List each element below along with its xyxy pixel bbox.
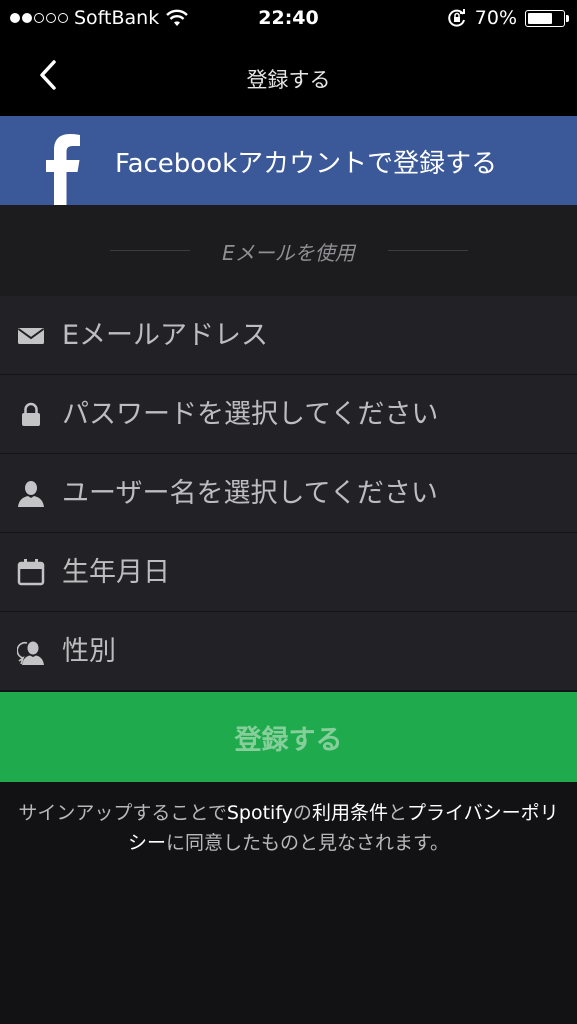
envelope-icon [17,328,45,344]
gender-field-row [0,612,577,691]
terms-notice: サインアップすることでSpotifyの利用条件とプライバシーポリシーに同意したも… [14,798,563,858]
terms-suffix: に同意したものと見なされます。 [165,832,450,854]
password-field-row [0,375,577,454]
status-bar: SoftBank 22:40 70% [0,0,577,38]
status-right: 70% [447,7,569,29]
orientation-lock-icon [448,9,465,27]
battery-level [528,12,552,24]
birthday-input[interactable] [62,533,562,611]
username-input[interactable] [62,454,562,532]
facebook-signup-button[interactable]: Facebookアカウントで登録する [0,116,577,206]
page-title: 登録する [246,68,331,92]
email-field-row [0,296,577,375]
terms-mid-2: と [387,802,407,824]
signup-screen: SoftBank 22:40 70% 登録する Facebookアカウントで登録… [0,0,577,1024]
facebook-signup-label: Facebookアカウントで登録する [115,149,498,179]
navigation-bar: 登録する [0,38,577,116]
facebook-f-icon [46,134,80,206]
user-icon [18,481,44,507]
terms-prefix: サインアップすることで [18,802,227,824]
email-input[interactable] [62,296,562,374]
username-field-row [0,454,577,533]
gender-user-icon [17,641,44,665]
divider-text: Eメールを使用 [222,241,355,265]
calendar-icon [17,559,45,586]
email-divider: Eメールを使用 [0,205,577,296]
gender-input[interactable] [62,612,562,690]
spotify-brand-text: Spotify [226,802,293,824]
birthday-field-row [0,533,577,612]
password-input[interactable] [62,375,562,453]
battery-icon [525,9,569,27]
lock-icon [22,402,40,426]
terms-of-use-link[interactable]: 利用条件 [312,802,388,824]
terms-mid-1: の [292,802,312,824]
signup-submit-button[interactable]: 登録する [0,692,577,782]
battery-percent: 70% [474,7,517,29]
divider-line-right [388,250,468,251]
